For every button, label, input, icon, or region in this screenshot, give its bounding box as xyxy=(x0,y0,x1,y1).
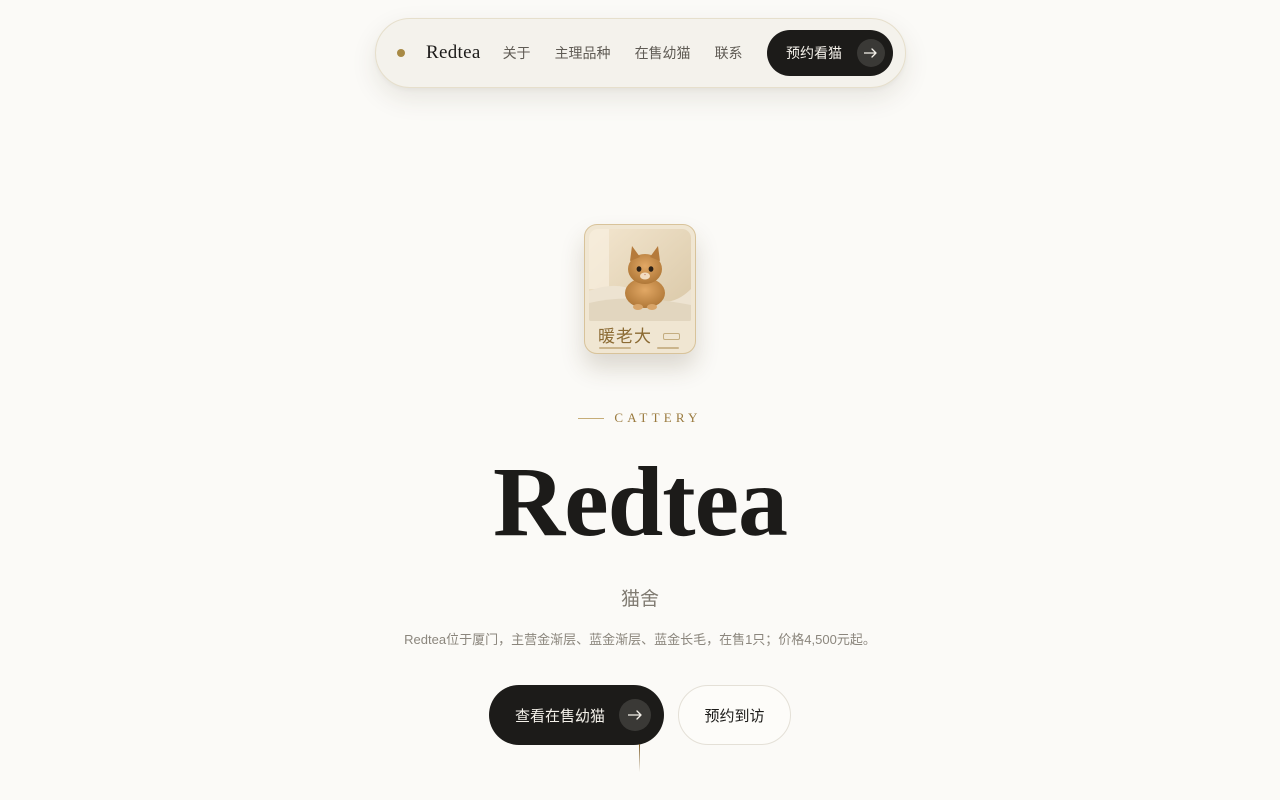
brand-dot-icon xyxy=(397,49,405,57)
page: Redtea 关于 主理品种 在售幼猫 联系 预约看猫 暖老大 CATTERY … xyxy=(0,0,1280,800)
nav-link-breeds[interactable]: 主理品种 xyxy=(555,43,611,63)
view-kittens-label: 查看在售幼猫 xyxy=(515,707,606,725)
cat-meta-right xyxy=(657,347,679,349)
eyebrow-text: CATTERY xyxy=(614,410,702,425)
book-viewing-button[interactable]: 预约看猫 xyxy=(767,30,893,76)
view-kittens-button[interactable]: 查看在售幼猫 xyxy=(489,685,664,745)
book-visit-label: 预约到访 xyxy=(704,707,765,725)
top-nav: Redtea 关于 主理品种 在售幼猫 联系 预约看猫 xyxy=(375,18,906,88)
brand-logo[interactable]: Redtea xyxy=(426,42,481,64)
arrow-right-icon xyxy=(857,39,885,67)
book-viewing-label: 预约看猫 xyxy=(786,45,842,61)
eyebrow-rule xyxy=(578,417,605,419)
nav-link-contact[interactable]: 联系 xyxy=(715,43,743,63)
arrow-right-icon xyxy=(619,699,651,731)
cat-name: 暖老大 xyxy=(598,327,652,346)
featured-cat-card[interactable]: 暖老大 xyxy=(584,224,696,354)
hero-title: Redtea xyxy=(493,446,788,557)
hero-eyebrow: CATTERY xyxy=(0,410,1280,426)
scroll-indicator xyxy=(639,744,640,772)
hero-subtitle: 猫舍 xyxy=(620,589,659,610)
nav-link-kittens[interactable]: 在售幼猫 xyxy=(635,43,691,63)
hero-description: Redtea位于厦门，主营金渐层、蓝金渐层、蓝金长毛，在售1只；价格4,500元… xyxy=(404,632,876,647)
book-visit-button[interactable]: 预约到访 xyxy=(678,685,791,745)
cat-meta-left xyxy=(599,347,631,349)
cat-status-badge xyxy=(663,333,680,340)
cat-photo xyxy=(589,229,691,321)
nav-link-about[interactable]: 关于 xyxy=(503,43,531,63)
